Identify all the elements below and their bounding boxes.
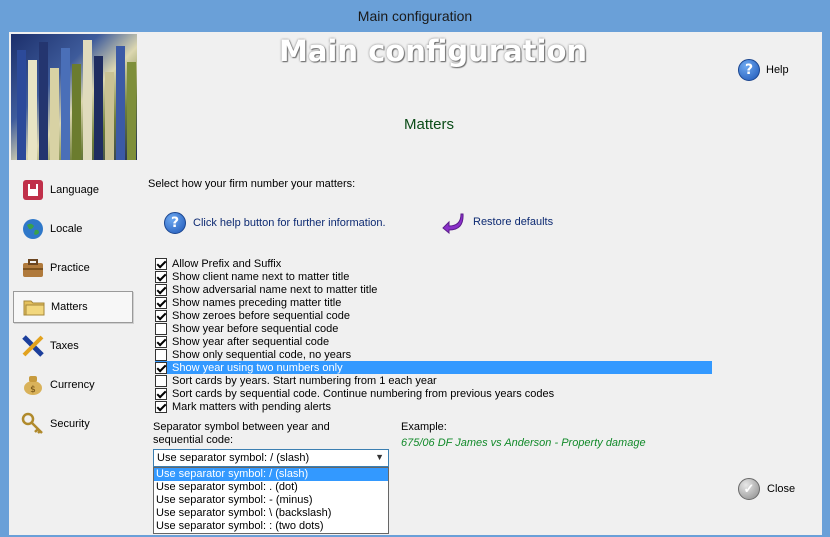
option-label: Show names preceding matter title [172,296,342,309]
restore-defaults-button[interactable]: Restore defaults [441,210,554,235]
folder-icon [22,295,46,319]
keys-icon [21,412,45,436]
sidebar-item-label: Security [50,418,90,430]
option-row[interactable]: Sort cards by years. Start numbering fro… [155,374,712,387]
options-list: Allow Prefix and Suffix Show client name … [155,257,712,413]
language-icon [21,178,45,202]
restore-defaults-label: Restore defaults [473,216,554,228]
svg-text:$: $ [30,385,36,395]
option-row[interactable]: Show year after sequential code [155,335,712,348]
dropdown-option[interactable]: Use separator symbol: \ (backslash) [154,507,388,520]
briefcase-icon [21,256,45,280]
option-label: Show zeroes before sequential code [172,309,350,322]
help-button[interactable]: ? Help [738,59,789,81]
option-row[interactable]: Show client name next to matter title [155,270,712,283]
option-label: Sort cards by sequential code. Continue … [172,387,555,400]
undo-arrow-icon [441,210,465,235]
sidebar-item-label: Language [50,184,99,196]
window-title: Main configuration [0,0,830,32]
option-label: Mark matters with pending alerts [172,400,331,413]
option-label: Show client name next to matter title [172,270,350,283]
sidebar-item-label: Currency [50,379,95,391]
option-label: Allow Prefix and Suffix [172,257,282,270]
close-button[interactable]: ✓ Close [738,478,795,500]
sidebar-item-currency[interactable]: $ Currency [13,369,133,401]
option-row[interactable]: Show year using two numbers only [155,361,712,374]
sidebar-item-language[interactable]: Language [13,174,133,206]
sidebar: Language Locale Practice Matters Taxes $… [13,174,133,447]
option-checkbox[interactable] [155,335,167,348]
option-row[interactable]: Allow Prefix and Suffix [155,257,712,270]
help-button-label: Help [766,64,789,76]
separator-select[interactable]: Use separator symbol: / (slash) ▼ [153,449,389,467]
option-checkbox[interactable] [155,322,167,335]
sidebar-item-label: Matters [51,301,88,313]
option-row[interactable]: Show adversarial name next to matter tit… [155,283,712,296]
sidebar-item-label: Taxes [50,340,79,352]
help-link-label: Click help button for further informatio… [193,217,386,229]
option-row[interactable]: Show names preceding matter title [155,296,712,309]
option-checkbox[interactable] [155,387,167,400]
sidebar-item-matters[interactable]: Matters [13,291,133,323]
option-checkbox[interactable] [155,283,167,296]
dropdown-option[interactable]: Use separator symbol: . (dot) [154,481,388,494]
banner-title: Main configuration [279,34,588,68]
separator-select-value: Use separator symbol: / (slash) [157,452,310,464]
client-area: Main configuration ? Help Matters Langua… [9,32,822,535]
help-icon: ? [738,59,760,81]
checkmark-icon: ✓ [738,478,760,500]
section-title: Matters [404,116,455,133]
option-checkbox[interactable] [155,270,167,283]
dropdown-option[interactable]: Use separator symbol: : (two dots) [154,520,388,533]
option-checkbox[interactable] [155,400,167,413]
intro-text: Select how your firm number your matters… [148,178,356,190]
option-label: Show year using two numbers only [172,361,343,374]
help-icon: ? [164,212,186,234]
sidebar-item-locale[interactable]: Locale [13,213,133,245]
option-row[interactable]: Sort cards by sequential code. Continue … [155,387,712,400]
separator-dropdown-list: Use separator symbol: / (slash) Use separ… [153,467,389,534]
option-checkbox[interactable] [155,309,167,322]
help-link[interactable]: ? Click help button for further informat… [164,212,386,234]
globe-icon [21,217,45,241]
example-label: Example: [401,421,447,433]
main-configuration-window: Main configuration Main configuration ? … [0,0,830,537]
option-label: Show year after sequential code [172,335,330,348]
option-checkbox[interactable] [155,361,167,374]
sidebar-item-taxes[interactable]: Taxes [13,330,133,362]
option-row[interactable]: Mark matters with pending alerts [155,400,712,413]
sidebar-item-label: Locale [50,223,83,235]
option-label: Sort cards by years. Start numbering fro… [172,374,437,387]
chevron-down-icon: ▼ [375,452,384,462]
dropdown-option[interactable]: Use separator symbol: - (minus) [154,494,388,507]
option-checkbox[interactable] [155,257,167,270]
example-value: 675/06 DF James vs Anderson - Property d… [401,437,646,449]
sidebar-item-label: Practice [50,262,90,274]
sidebar-item-security[interactable]: Security [13,408,133,440]
close-button-label: Close [767,483,796,495]
separator-label: Separator symbol between year and sequen… [153,421,330,446]
sidebar-item-practice[interactable]: Practice [13,252,133,284]
option-label: Show year before sequential code [172,322,339,335]
option-label: Show adversarial name next to matter tit… [172,283,378,296]
option-checkbox[interactable] [155,296,167,309]
taxes-icon [21,334,45,358]
money-bag-icon: $ [21,373,45,397]
option-checkbox[interactable] [155,348,167,361]
option-label: Show only sequential code, no years [172,348,352,361]
option-row[interactable]: Show zeroes before sequential code [155,309,712,322]
banner-image [11,34,137,160]
option-checkbox[interactable] [155,374,167,387]
dropdown-option[interactable]: Use separator symbol: / (slash) [154,468,388,481]
option-row[interactable]: Show year before sequential code [155,322,712,335]
option-row[interactable]: Show only sequential code, no years [155,348,712,361]
